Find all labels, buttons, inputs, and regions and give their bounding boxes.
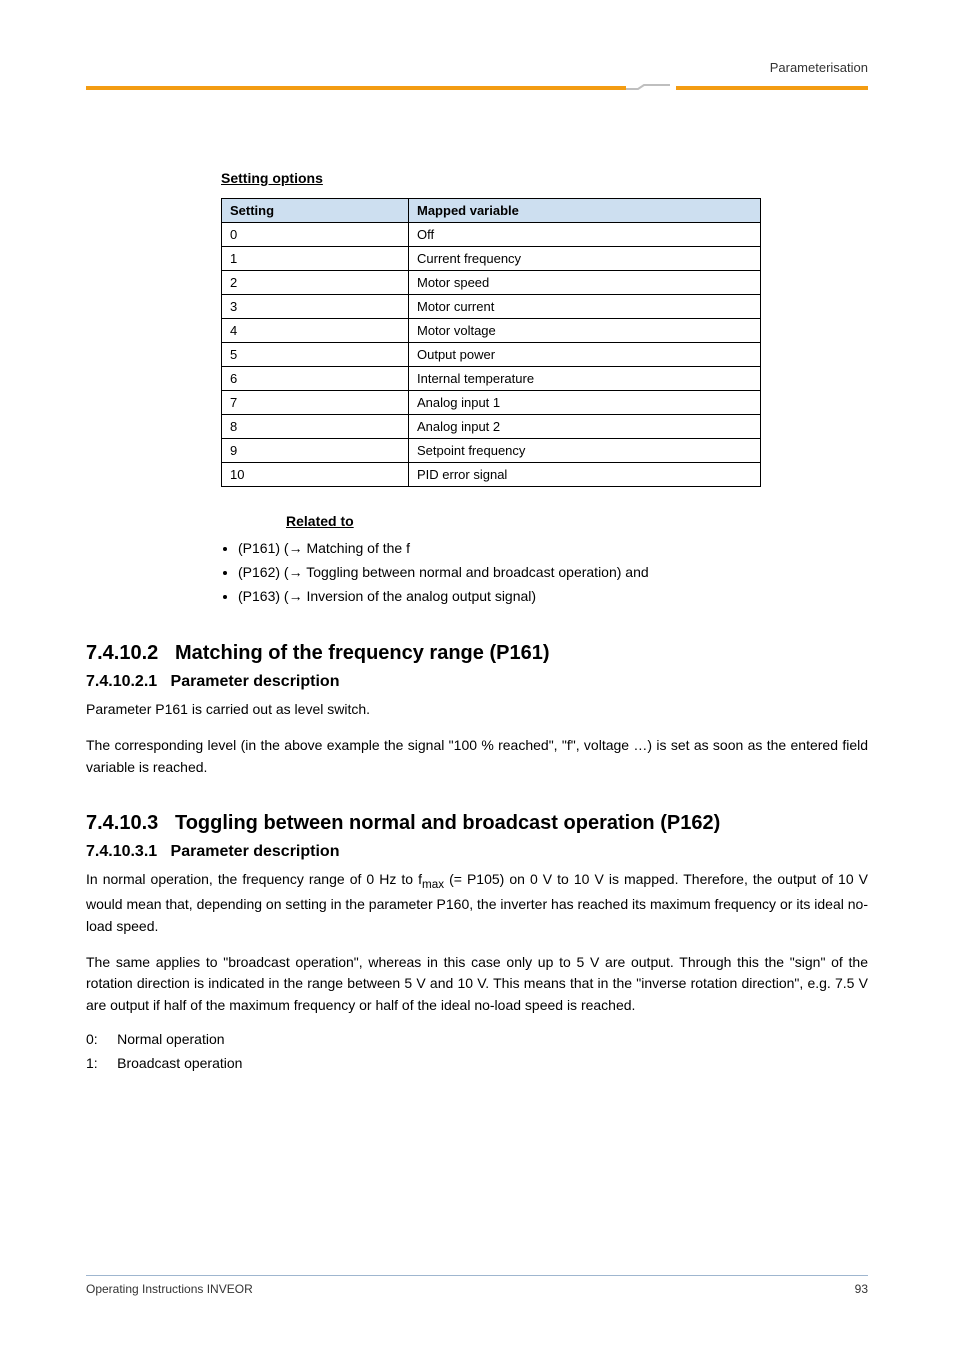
cell-meaning: Output power — [409, 343, 761, 367]
option-text: Normal operation — [117, 1031, 224, 1047]
section-number: 7.4.10.2 — [86, 642, 158, 664]
header-rule — [86, 84, 868, 92]
cell-setting: 6 — [222, 367, 409, 391]
subsection-title: Parameter description — [171, 673, 340, 690]
page-footer: Operating Instructions INVEOR 93 — [86, 1275, 868, 1296]
table-row: 9Setpoint frequency — [222, 439, 761, 463]
cell-meaning: PID error signal — [409, 463, 761, 487]
list-item: (P162) (→ Toggling between normal and br… — [238, 561, 868, 585]
setting-options-heading: Setting options — [221, 170, 868, 186]
subscript: max — [422, 878, 444, 891]
cell-meaning: Motor speed — [409, 271, 761, 295]
table-row: 5Output power — [222, 343, 761, 367]
cell-meaning: Analog input 2 — [409, 415, 761, 439]
para-run: In normal operation, the frequency range… — [86, 871, 422, 887]
subsection-heading-p161: 7.4.10.2.1 Parameter description — [86, 673, 868, 691]
content-body: Setting options Setting Mapped variable … — [86, 140, 868, 1075]
footer-page-number: 93 — [855, 1282, 868, 1296]
table-row: 2Motor speed — [222, 271, 761, 295]
cell-meaning: Motor voltage — [409, 319, 761, 343]
list-item: (P163) (→ Inversion of the analog output… — [238, 585, 868, 609]
related-to-heading: Related to — [286, 513, 868, 529]
table-row: 7Analog input 1 — [222, 391, 761, 415]
paragraph: The same applies to "broadcast operation… — [86, 952, 868, 1017]
cell-setting: 4 — [222, 319, 409, 343]
option-label: 1: — [86, 1055, 98, 1071]
subsection-number: 7.4.10.3.1 — [86, 843, 157, 860]
cell-setting: 1 — [222, 247, 409, 271]
cell-setting: 9 — [222, 439, 409, 463]
section-heading-p161: 7.4.10.2 Matching of the frequency range… — [86, 642, 868, 665]
table-header-variable: Mapped variable — [409, 199, 761, 223]
cell-setting: 3 — [222, 295, 409, 319]
header-rule-left — [86, 86, 626, 90]
header-section-label: Parameterisation — [770, 60, 868, 75]
cell-setting: 7 — [222, 391, 409, 415]
option-label: 0: — [86, 1031, 98, 1047]
table-row: 1Current frequency — [222, 247, 761, 271]
paragraph: In normal operation, the frequency range… — [86, 869, 868, 937]
footer-doc-title: Operating Instructions INVEOR — [86, 1282, 253, 1296]
option-line-1: 1: Broadcast operation — [86, 1055, 868, 1071]
cell-setting: 5 — [222, 343, 409, 367]
cell-meaning: Off — [409, 223, 761, 247]
subsection-title: Parameter description — [171, 843, 340, 860]
section-title: Toggling between normal and broadcast op… — [175, 812, 720, 834]
section-title: Matching of the frequency range (P161) — [175, 642, 550, 664]
paragraph: Parameter P161 is carried out as level s… — [86, 699, 868, 721]
cell-setting: 0 — [222, 223, 409, 247]
option-line-0: 0: Normal operation — [86, 1031, 868, 1047]
table-header-row: Setting Mapped variable — [222, 199, 761, 223]
cell-setting: 8 — [222, 415, 409, 439]
subsection-heading-p162: 7.4.10.3.1 Parameter description — [86, 843, 868, 861]
cell-meaning: Analog input 1 — [409, 391, 761, 415]
list-item: (P161) (→ Matching of the f — [238, 537, 868, 561]
paragraph: The corresponding level (in the above ex… — [86, 735, 868, 778]
table-header-setting: Setting — [222, 199, 409, 223]
option-text: Broadcast operation — [117, 1055, 242, 1071]
cell-meaning: Setpoint frequency — [409, 439, 761, 463]
header-rule-right — [676, 86, 868, 90]
table-row: 4Motor voltage — [222, 319, 761, 343]
related-list: (P161) (→ Matching of the f (P162) (→ To… — [218, 537, 868, 608]
table-row: 8Analog input 2 — [222, 415, 761, 439]
section-heading-p162: 7.4.10.3 Toggling between normal and bro… — [86, 812, 868, 835]
cell-setting: 10 — [222, 463, 409, 487]
subsection-number: 7.4.10.2.1 — [86, 673, 157, 690]
table-row: 0Off — [222, 223, 761, 247]
cell-meaning: Current frequency — [409, 247, 761, 271]
settings-table: Setting Mapped variable 0Off 1Current fr… — [221, 198, 761, 487]
cell-meaning: Motor current — [409, 295, 761, 319]
section-number: 7.4.10.3 — [86, 812, 158, 834]
table-row: 3Motor current — [222, 295, 761, 319]
page: Parameterisation Setting options Setting… — [0, 0, 954, 1350]
cell-meaning: Internal temperature — [409, 367, 761, 391]
table-row: 6Internal temperature — [222, 367, 761, 391]
header-rule-chevron-icon — [626, 84, 676, 92]
table-row: 10PID error signal — [222, 463, 761, 487]
cell-setting: 2 — [222, 271, 409, 295]
